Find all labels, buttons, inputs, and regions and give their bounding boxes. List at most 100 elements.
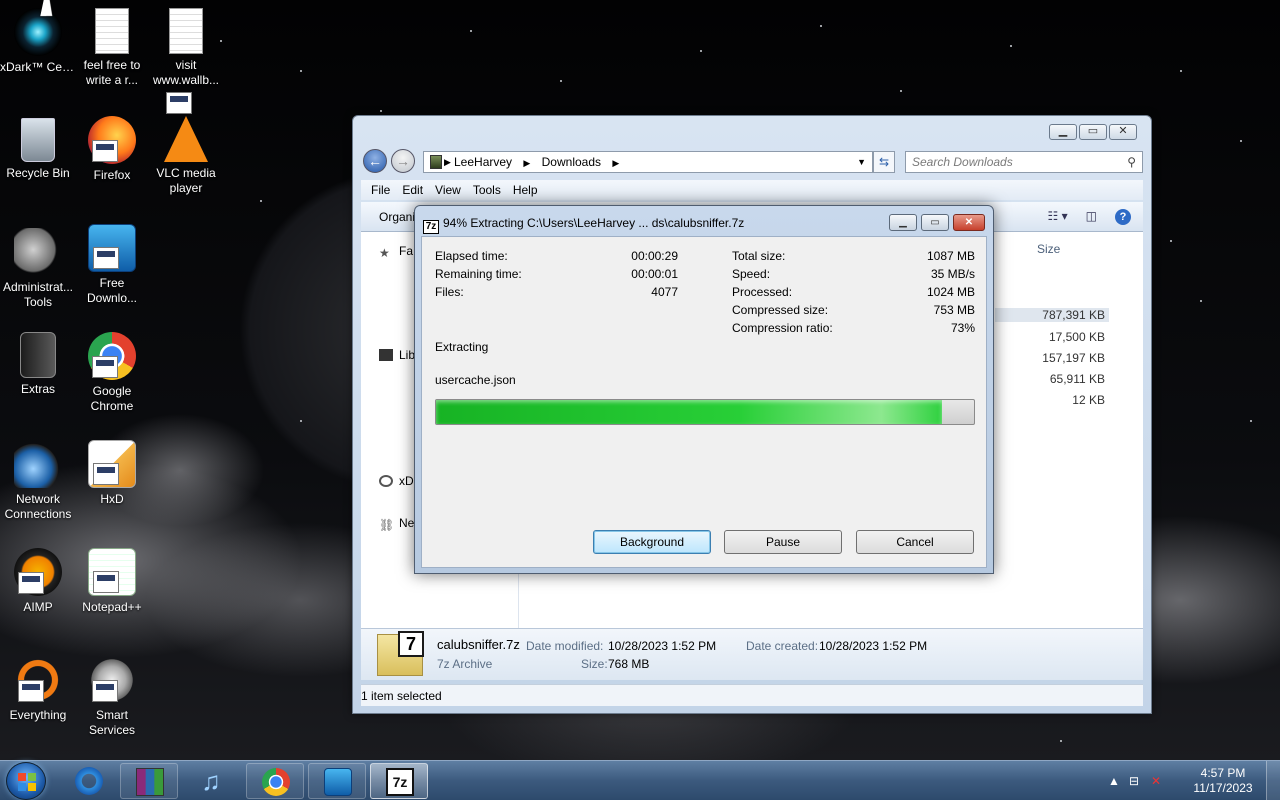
show-hidden-icons-button[interactable]: ▲: [1106, 773, 1122, 789]
desktop-icon-notepad-plus-plus[interactable]: Notepad++: [74, 548, 150, 615]
desktop-icon-everything[interactable]: Everything: [0, 656, 76, 723]
refresh-icon: ⇆: [878, 155, 890, 169]
desktop-icon-smart-services[interactable]: Smart Services: [74, 656, 150, 738]
extract-progress-dialog[interactable]: 7z 94% Extracting C:\Users\LeeHarvey ... …: [414, 205, 994, 574]
vlc-icon: [164, 92, 208, 162]
close-button[interactable]: ✕: [1109, 124, 1137, 140]
breadcrumb-downloads[interactable]: Downloads: [542, 155, 601, 169]
back-button[interactable]: ←: [363, 149, 387, 173]
dialog-maximize-button[interactable]: ▭: [921, 214, 949, 231]
volume-muted-icon[interactable]: ✕: [1148, 773, 1164, 789]
files-label: Files:: [435, 285, 464, 299]
taskbar-winrar[interactable]: [120, 763, 178, 799]
current-file-text: usercache.json: [435, 373, 516, 387]
address-bar[interactable]: ▶ LeeHarvey ▶ Downloads ▶ ▼: [423, 151, 873, 173]
maximize-button[interactable]: ▭: [1079, 124, 1107, 140]
desktop-icon-firefox[interactable]: Firefox: [74, 116, 150, 183]
minimize-button[interactable]: ▁: [1049, 124, 1077, 140]
network-tray-icon[interactable]: ⊟: [1126, 773, 1142, 789]
desktop-icon-aimp[interactable]: AIMP: [0, 548, 76, 615]
nav-network[interactable]: ⛓ Ne: [379, 516, 414, 532]
breadcrumb-leeharvey[interactable]: LeeHarvey: [454, 155, 512, 169]
column-header-size[interactable]: Size: [1037, 242, 1060, 256]
desktop-icon-administrative-tools[interactable]: Administrat... Tools: [0, 228, 76, 310]
forward-button[interactable]: →: [391, 149, 415, 173]
menu-view[interactable]: View: [429, 180, 467, 200]
details-modified-value: 10/28/2023 1:52 PM: [608, 639, 717, 653]
network-icon: ⛓: [379, 518, 395, 532]
chrome-icon: [88, 332, 136, 380]
details-size-label: Size:: [581, 657, 608, 671]
help-icon: ?: [1119, 211, 1127, 223]
notepad-plus-plus-icon: [88, 548, 136, 596]
status-bar: 1 item selected: [361, 684, 1143, 706]
desktop-icon-vlc[interactable]: VLC media player: [148, 92, 224, 196]
system-tray: ▲ ⊟ ✕ 4:57 PM 11/17/2023: [1100, 761, 1280, 800]
menu-file[interactable]: File: [365, 180, 396, 200]
address-dropdown-icon[interactable]: ▼: [857, 152, 866, 172]
taskbar-7zip[interactable]: 7z: [370, 763, 428, 799]
taskbar-internet-explorer[interactable]: [60, 763, 118, 799]
7zip-icon: 7z: [423, 220, 439, 234]
desktop-icon-hxd[interactable]: HxD: [74, 440, 150, 507]
admin-tools-icon: [14, 228, 62, 276]
menu-help[interactable]: Help: [507, 180, 544, 200]
file-size-cell: 65,911 KB: [1049, 372, 1105, 386]
refresh-button[interactable]: ⇆: [873, 151, 895, 173]
organize-button[interactable]: Organi: [379, 210, 415, 224]
search-icon: ⚲: [1127, 155, 1136, 169]
start-button[interactable]: [6, 762, 46, 800]
forward-arrow-icon: →: [396, 153, 410, 169]
pause-button[interactable]: Pause: [724, 530, 842, 554]
breadcrumb-separator-icon: ▶: [612, 158, 620, 168]
folder-icon: [20, 332, 56, 378]
dialog-minimize-button[interactable]: ▁: [889, 214, 917, 231]
file-size-cell: 787,391 KB: [995, 308, 1109, 322]
search-input[interactable]: Search Downloads ⚲: [905, 151, 1143, 173]
windows-logo-icon: [18, 773, 36, 791]
preview-pane-button[interactable]: ◫: [1086, 209, 1097, 225]
view-options-button[interactable]: ☷ ▾: [1048, 209, 1068, 225]
close-icon: ✕: [1118, 125, 1128, 137]
desktop-icon-free-download-manager[interactable]: Free Downlo...: [74, 224, 150, 306]
dialog-close-button[interactable]: ✕: [953, 214, 985, 231]
maximize-icon: ▭: [930, 217, 940, 228]
show-desktop-button[interactable]: [1266, 761, 1280, 800]
desktop-icon-extras[interactable]: Extras: [0, 332, 76, 397]
desktop-icon-recycle-bin[interactable]: Recycle Bin: [0, 118, 76, 181]
winrar-icon: [136, 768, 164, 796]
preview-pane-icon: ◫: [1085, 209, 1097, 223]
address-toolbar: ← → ▶ LeeHarvey ▶ Downloads ▶ ▼ ⇆ Search…: [361, 148, 1143, 174]
status-text: 1 item selected: [361, 689, 442, 703]
taskbar-itunes[interactable]: ♫: [182, 763, 240, 799]
operation-text: Extracting: [435, 340, 489, 354]
taskbar-chrome[interactable]: [246, 763, 304, 799]
speed-label: Speed:: [732, 267, 771, 281]
background-button[interactable]: Background: [593, 530, 711, 554]
taskbar-free-download-manager[interactable]: [308, 763, 366, 799]
nav-favorites[interactable]: ★ Fa: [379, 244, 413, 260]
cancel-button[interactable]: Cancel: [856, 530, 974, 554]
desktop-icon-xdark-center[interactable]: xDark™ Center: [0, 8, 76, 75]
clock[interactable]: 4:57 PM 11/17/2023: [1188, 766, 1258, 796]
help-button[interactable]: ?: [1115, 209, 1131, 225]
nav-xdark[interactable]: xD: [379, 474, 414, 488]
text-file-icon: [95, 8, 129, 54]
desktop-icon-google-chrome[interactable]: Google Chrome: [74, 332, 150, 414]
speed-value: 35 MB/s: [930, 267, 975, 281]
menu-edit[interactable]: Edit: [396, 180, 429, 200]
explorer-caption-buttons: ▁ ▭ ✕: [1049, 124, 1137, 140]
desktop-icon-feel-free-text[interactable]: feel free to write a r...: [74, 8, 150, 88]
details-pane: 7 calubsniffer.7z 7z Archive Date modifi…: [361, 628, 1143, 680]
internet-explorer-icon: [75, 767, 103, 795]
menu-tools[interactable]: Tools: [467, 180, 507, 200]
desktop-icon-visit-text[interactable]: visit www.wallb...: [148, 8, 224, 88]
free-download-manager-icon: [324, 768, 352, 796]
everything-icon: [14, 656, 62, 704]
back-arrow-icon: ←: [368, 153, 382, 169]
desktop-icon-network-connections[interactable]: Network Connections: [0, 440, 76, 522]
breadcrumb-separator-icon: ▶: [523, 158, 531, 168]
maximize-icon: ▭: [1087, 125, 1099, 137]
remaining-time-value: 00:00:01: [631, 267, 678, 281]
nav-libraries[interactable]: Lib: [379, 348, 415, 362]
